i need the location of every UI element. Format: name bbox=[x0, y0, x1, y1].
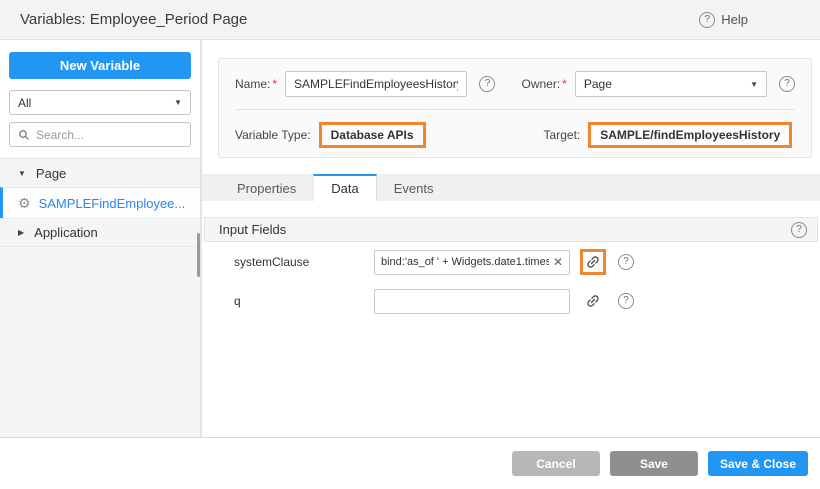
clear-icon[interactable]: ✕ bbox=[553, 256, 563, 268]
variables-dialog: Variables: Employee_Period Page ? Help N… bbox=[0, 0, 820, 489]
required-marker: * bbox=[562, 77, 567, 91]
systemclause-bind-link-button-annotated[interactable] bbox=[580, 249, 606, 275]
help-icon: ? bbox=[699, 12, 715, 28]
variable-gear-icon: ⚙ bbox=[18, 196, 31, 210]
panel-divider bbox=[235, 109, 795, 110]
input-fields-help-icon[interactable]: ? bbox=[791, 222, 807, 238]
name-help-icon[interactable]: ? bbox=[479, 76, 495, 92]
tree-node-variable-label: SAMPLEFindEmployee... bbox=[39, 196, 186, 211]
variables-tree: ▼ Page ⚙ SAMPLEFindEmployee... ▶ Applica… bbox=[0, 158, 200, 437]
input-fields-title: Input Fields bbox=[219, 222, 286, 237]
search-input[interactable] bbox=[36, 128, 182, 142]
new-variable-button[interactable]: New Variable bbox=[9, 52, 191, 79]
q-label: q bbox=[234, 294, 374, 308]
q-input[interactable] bbox=[381, 295, 563, 307]
systemclause-input-wrap: ✕ bbox=[374, 250, 570, 275]
collapse-caret-icon: ▶ bbox=[18, 228, 24, 237]
systemclause-input[interactable] bbox=[381, 256, 549, 268]
tree-empty-area bbox=[0, 247, 200, 437]
cancel-button[interactable]: Cancel bbox=[512, 451, 600, 476]
variables-sidebar: New Variable All ▼ ▼ Page bbox=[0, 40, 202, 437]
page-title: Variables: Employee_Period Page bbox=[20, 11, 247, 28]
owner-label: Owner:* bbox=[521, 77, 566, 91]
required-marker: * bbox=[272, 77, 277, 91]
name-label: Name:* bbox=[235, 77, 277, 91]
search-box[interactable] bbox=[9, 122, 191, 147]
field-row-q: q ? bbox=[234, 288, 818, 314]
tab-data[interactable]: Data bbox=[313, 174, 376, 201]
tree-node-variable-selected[interactable]: ⚙ SAMPLEFindEmployee... bbox=[0, 187, 200, 218]
editor-tabbar: Properties Data Events bbox=[202, 174, 820, 201]
variable-editor: Name:* ? Owner:* Page ▼ ? Variable Type:… bbox=[202, 40, 820, 437]
tree-node-page-label: Page bbox=[36, 166, 66, 181]
dialog-header: Variables: Employee_Period Page ? Help bbox=[0, 0, 820, 40]
tab-events[interactable]: Events bbox=[377, 174, 451, 201]
filter-dropdown[interactable]: All ▼ bbox=[9, 90, 191, 115]
owner-value: Page bbox=[584, 77, 612, 91]
systemclause-label: systemClause bbox=[234, 255, 374, 269]
target-label: Target: bbox=[544, 128, 581, 142]
dropdown-caret-icon: ▼ bbox=[750, 80, 758, 89]
save-and-close-button[interactable]: Save & Close bbox=[708, 451, 808, 476]
search-icon bbox=[18, 129, 30, 141]
tree-node-application[interactable]: ▶ Application bbox=[0, 218, 200, 247]
owner-help-icon[interactable]: ? bbox=[779, 76, 795, 92]
filter-value: All bbox=[18, 96, 31, 110]
help-button[interactable]: ? Help bbox=[699, 12, 748, 28]
q-input-wrap bbox=[374, 289, 570, 314]
new-variable-label: New Variable bbox=[60, 58, 140, 73]
name-field[interactable] bbox=[285, 71, 467, 97]
expand-caret-icon: ▼ bbox=[18, 169, 26, 178]
sidebar-scrollbar[interactable] bbox=[197, 233, 200, 277]
input-fields-header: Input Fields ? bbox=[204, 217, 818, 242]
variable-type-label: Variable Type: bbox=[235, 128, 311, 142]
q-bind-link-button[interactable] bbox=[580, 288, 606, 314]
tab-properties[interactable]: Properties bbox=[220, 174, 313, 201]
link-icon bbox=[582, 251, 605, 274]
q-help-icon[interactable]: ? bbox=[618, 293, 634, 309]
dialog-footer: Cancel Save Save & Close bbox=[0, 437, 820, 489]
target-value-annotated: SAMPLE/findEmployeesHistory bbox=[588, 122, 792, 148]
owner-dropdown[interactable]: Page ▼ bbox=[575, 71, 767, 97]
input-fields-section: Input Fields ? systemClause ✕ bbox=[204, 217, 818, 314]
variable-type-value-annotated: Database APIs bbox=[319, 122, 426, 148]
tree-node-page[interactable]: ▼ Page bbox=[0, 158, 200, 187]
field-row-systemclause: systemClause ✕ ? bbox=[234, 249, 818, 275]
variable-summary-panel: Name:* ? Owner:* Page ▼ ? Variable Type:… bbox=[218, 58, 812, 158]
link-icon bbox=[582, 290, 605, 313]
dropdown-caret-icon: ▼ bbox=[174, 98, 182, 107]
help-label: Help bbox=[721, 12, 748, 27]
save-button[interactable]: Save bbox=[610, 451, 698, 476]
systemclause-help-icon[interactable]: ? bbox=[618, 254, 634, 270]
tree-node-application-label: Application bbox=[34, 225, 98, 240]
